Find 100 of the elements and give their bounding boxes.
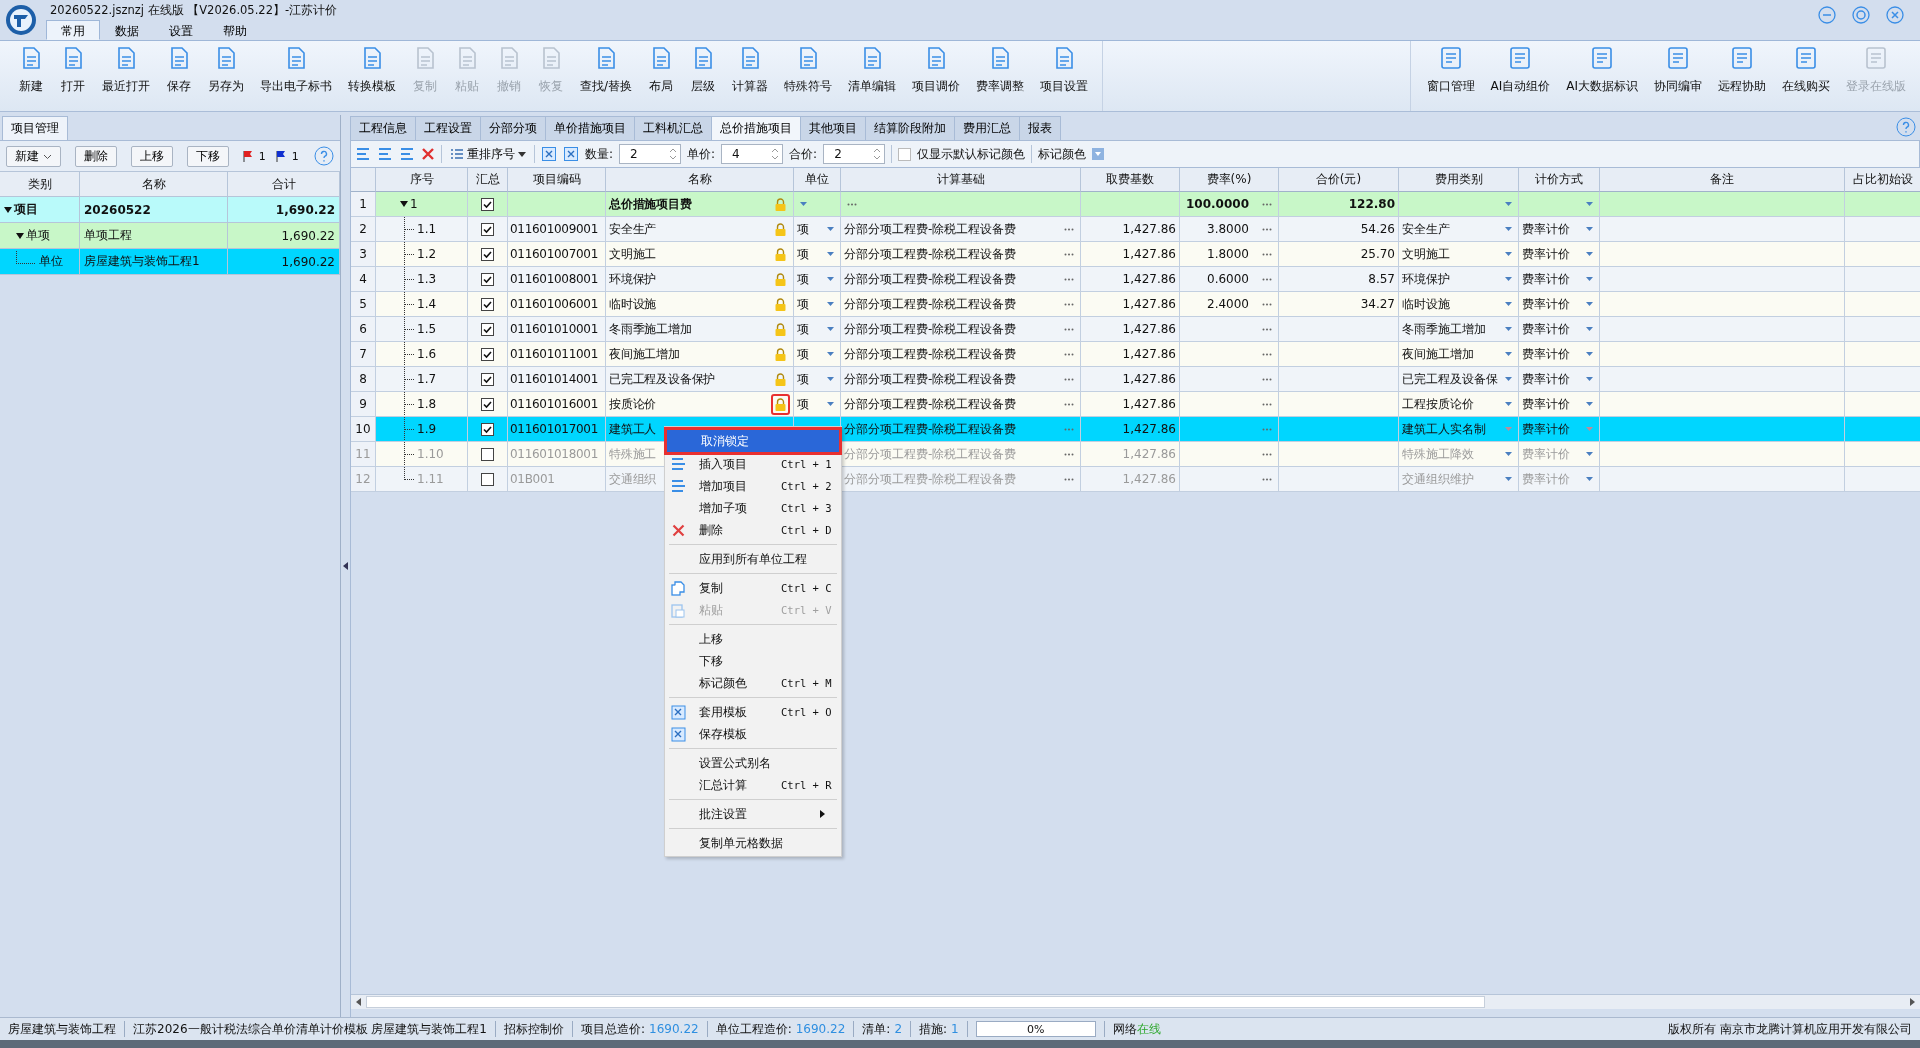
content-tab[interactable]: 工料机汇总: [634, 116, 712, 140]
expand-icon[interactable]: [4, 205, 12, 214]
dropdown-arrow-icon[interactable]: [1505, 477, 1512, 481]
list-icon[interactable]: [377, 146, 393, 162]
help-icon[interactable]: [314, 146, 334, 166]
more-icon[interactable]: [1262, 302, 1272, 306]
row-header[interactable]: 7: [351, 342, 376, 367]
ribbon-button[interactable]: 在线购买: [1774, 45, 1838, 111]
menu-item[interactable]: 复制 Ctrl + C: [665, 577, 841, 599]
more-icon[interactable]: [1262, 202, 1272, 206]
toolbar-button[interactable]: 删除: [74, 145, 117, 167]
scroll-right-icon[interactable]: [1910, 998, 1915, 1006]
dropdown-arrow-icon[interactable]: [827, 352, 834, 356]
row-header[interactable]: 10: [351, 417, 376, 442]
checkbox[interactable]: [481, 322, 494, 336]
row-header[interactable]: 4: [351, 267, 376, 292]
dropdown-arrow-icon[interactable]: [827, 302, 834, 306]
content-tab[interactable]: 结算阶段附加: [865, 116, 955, 140]
more-icon[interactable]: [1064, 277, 1074, 281]
tree-row[interactable]: 单位 房屋建筑与装饰工程1 1,690.22: [0, 249, 340, 275]
more-icon[interactable]: [1064, 402, 1074, 406]
ribbon-button[interactable]: 协同编审: [1646, 45, 1710, 111]
dropdown-arrow-icon[interactable]: [1586, 377, 1593, 381]
menu-item[interactable]: 汇总计算 Ctrl + R: [665, 774, 841, 796]
content-tab[interactable]: 总价措施项目: [711, 116, 801, 140]
dropdown-arrow-icon[interactable]: [1505, 202, 1512, 206]
dropdown-arrow-icon[interactable]: [1505, 352, 1512, 356]
menu-tab[interactable]: 设置: [154, 20, 208, 40]
expand-icon[interactable]: [16, 231, 24, 240]
more-icon[interactable]: [1064, 302, 1074, 306]
more-icon[interactable]: [1064, 327, 1074, 331]
lock-icon[interactable]: [771, 393, 790, 415]
dropdown-arrow-icon[interactable]: [827, 252, 834, 256]
ribbon-button[interactable]: 清单编辑: [840, 45, 905, 111]
more-icon[interactable]: [1064, 377, 1074, 381]
tree-row[interactable]: 单项 单项工程 1,690.22: [0, 223, 340, 249]
ribbon-button[interactable]: 窗口管理: [1418, 45, 1483, 111]
spreadsheet-icon[interactable]: [563, 146, 579, 162]
dropdown-arrow-icon[interactable]: [1505, 227, 1512, 231]
delete-icon[interactable]: [421, 147, 435, 161]
more-icon[interactable]: [1064, 252, 1074, 256]
collapse-arrow-icon[interactable]: [343, 562, 348, 570]
minimize-icon[interactable]: [1818, 6, 1836, 24]
more-icon[interactable]: [1064, 452, 1074, 456]
ribbon-button[interactable]: 打开: [52, 45, 94, 111]
ribbon-button[interactable]: 查找/替换: [572, 45, 641, 111]
checkbox[interactable]: [481, 347, 494, 361]
row-header[interactable]: 9: [351, 392, 376, 417]
checkbox[interactable]: [481, 197, 494, 211]
dropdown-arrow-icon[interactable]: [1505, 377, 1512, 381]
menu-item[interactable]: 插入项目 Ctrl + 1: [665, 453, 841, 475]
more-icon[interactable]: [1262, 227, 1272, 231]
close-icon[interactable]: [1886, 6, 1904, 24]
dropdown-button[interactable]: [1092, 148, 1105, 160]
panel-tab[interactable]: 项目管理: [2, 116, 68, 140]
dropdown-arrow-icon[interactable]: [827, 227, 834, 231]
list-icon[interactable]: [355, 146, 371, 162]
restore-icon[interactable]: [1852, 6, 1870, 24]
more-icon[interactable]: [1262, 277, 1272, 281]
dropdown-arrow-icon[interactable]: [1586, 227, 1593, 231]
menu-item[interactable]: 上移: [665, 628, 841, 650]
dropdown-arrow-icon[interactable]: [827, 377, 834, 381]
content-tab[interactable]: 报表: [1019, 116, 1061, 140]
menu-tab[interactable]: 常用: [46, 20, 100, 40]
more-icon[interactable]: [1262, 477, 1272, 481]
menu-item[interactable]: 增加项目 Ctrl + 2: [665, 475, 841, 497]
ribbon-button[interactable]: 最近打开: [94, 45, 158, 111]
dropdown-arrow-icon[interactable]: [1505, 452, 1512, 456]
app-logo-icon[interactable]: [4, 3, 38, 37]
checkbox[interactable]: [481, 272, 494, 286]
ribbon-button[interactable]: 导出电子标书: [252, 45, 340, 111]
checkbox[interactable]: [481, 247, 494, 261]
dropdown-arrow-icon[interactable]: [827, 277, 834, 281]
dropdown-arrow-icon[interactable]: [1586, 402, 1593, 406]
menu-item[interactable]: 复制单元格数据: [665, 832, 841, 854]
dropdown-arrow-icon[interactable]: [1505, 277, 1512, 281]
ribbon-button[interactable]: 计算器: [724, 45, 777, 111]
toolbar-button[interactable]: 上移: [130, 145, 173, 167]
ribbon-button[interactable]: 项目调价: [904, 45, 969, 111]
content-tab[interactable]: 分部分项: [480, 116, 546, 140]
ribbon-button[interactable]: 转换模板: [340, 45, 404, 111]
checkbox[interactable]: [481, 222, 494, 236]
dropdown-arrow-icon[interactable]: [1586, 302, 1593, 306]
dropdown-arrow-icon[interactable]: [1586, 452, 1593, 456]
more-icon[interactable]: [1064, 427, 1074, 431]
menu-item[interactable]: 设置公式别名: [665, 752, 841, 774]
ribbon-button[interactable]: 层级: [682, 45, 725, 111]
help-icon[interactable]: [1896, 116, 1916, 137]
dropdown-arrow-icon[interactable]: [1586, 277, 1593, 281]
ribbon-button[interactable]: AI自动组价: [1482, 45, 1559, 111]
menu-item[interactable]: 应用到所有单位工程: [665, 548, 841, 570]
row-header[interactable]: 3: [351, 242, 376, 267]
price-spinner[interactable]: 4: [721, 144, 784, 164]
dropdown-arrow-icon[interactable]: [800, 202, 807, 206]
horizontal-scrollbar[interactable]: [351, 994, 1920, 1009]
ribbon-button[interactable]: 布局: [640, 45, 683, 111]
dropdown-arrow-icon[interactable]: [827, 327, 834, 331]
row-header[interactable]: 6: [351, 317, 376, 342]
renumber-button[interactable]: 重排序号: [448, 145, 528, 163]
menu-item[interactable]: 套用模板 Ctrl + O: [665, 701, 841, 723]
